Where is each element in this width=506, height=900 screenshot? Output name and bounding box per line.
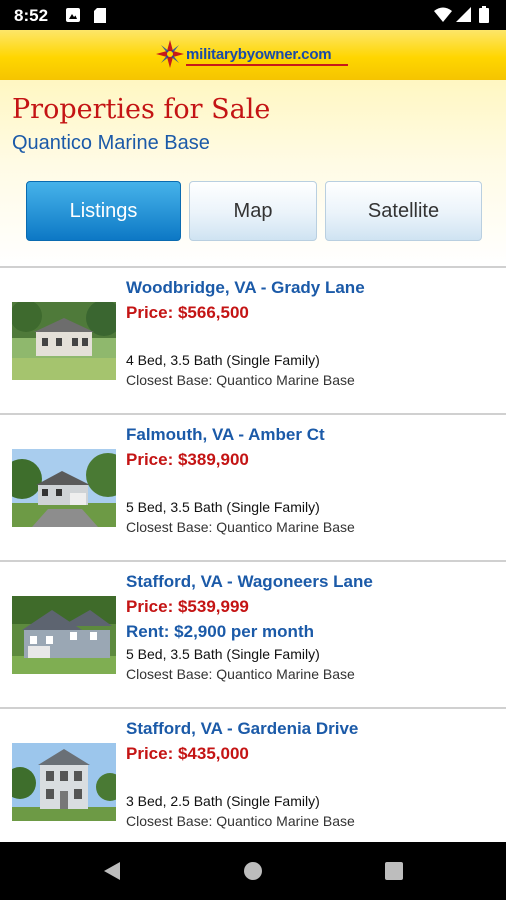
clock: 8:52 xyxy=(14,6,49,25)
wifi-icon xyxy=(434,7,452,27)
page-subtitle: Quantico Marine Base xyxy=(12,132,210,154)
listing-row[interactable]: Stafford, VA - Wagoneers Lane Price: $53… xyxy=(0,560,506,709)
property-photo[interactable] xyxy=(12,743,116,821)
star-burst-icon xyxy=(156,40,184,68)
listing-beds: 3 Bed, 2.5 Bath (Single Family) xyxy=(126,793,320,809)
listing-title[interactable]: Stafford, VA - Gardenia Drive xyxy=(126,719,358,739)
listing-title[interactable]: Stafford, VA - Wagoneers Lane xyxy=(126,572,373,592)
page-title: Properties for Sale xyxy=(12,94,271,125)
listing-rent: Rent: $2,900 per month xyxy=(126,622,314,641)
tab-listings[interactable]: Listings xyxy=(26,181,181,241)
listing-title[interactable]: Woodbridge, VA - Grady Lane xyxy=(126,278,365,298)
listing-beds: 5 Bed, 3.5 Bath (Single Family) xyxy=(126,499,320,515)
tab-satellite[interactable]: Satellite xyxy=(325,181,482,241)
listing-base: Closest Base: Quantico Marine Base xyxy=(126,666,355,682)
listing-base: Closest Base: Quantico Marine Base xyxy=(126,519,355,535)
status-bar: 8:52 xyxy=(0,0,506,30)
site-banner: militarybyowner.com xyxy=(0,30,506,80)
listing-row[interactable]: Woodbridge, VA - Grady Lane Price: $566,… xyxy=(0,266,506,415)
listing-base: Closest Base: Quantico Marine Base xyxy=(126,813,355,829)
listing-row[interactable]: Falmouth, VA - Amber Ct Price: $389,900 … xyxy=(0,413,506,562)
listing-price: Price: $435,000 xyxy=(126,744,249,763)
recents-icon[interactable] xyxy=(384,861,404,886)
cellular-signal-icon xyxy=(456,7,471,27)
listing-beds: 4 Bed, 3.5 Bath (Single Family) xyxy=(126,352,320,368)
battery-icon xyxy=(479,6,489,28)
site-logo[interactable]: militarybyowner.com xyxy=(156,37,350,73)
property-photo[interactable] xyxy=(12,449,116,527)
system-nav-bar xyxy=(0,842,506,900)
tab-map[interactable]: Map xyxy=(189,181,317,241)
property-photo[interactable] xyxy=(12,596,116,674)
listing-title[interactable]: Falmouth, VA - Amber Ct xyxy=(126,425,325,445)
listing-row[interactable]: Stafford, VA - Gardenia Drive Price: $43… xyxy=(0,707,506,856)
logo-underline xyxy=(186,64,348,66)
listing-price: Price: $539,999 xyxy=(126,597,249,616)
logo-text: militarybyowner.com xyxy=(186,46,332,63)
back-icon[interactable] xyxy=(102,861,122,886)
listing-price: Price: $389,900 xyxy=(126,450,249,469)
listing-beds: 5 Bed, 3.5 Bath (Single Family) xyxy=(126,646,320,662)
listing-price: Price: $566,500 xyxy=(126,303,249,322)
property-photo[interactable] xyxy=(12,302,116,380)
notification-photo-icon xyxy=(66,8,80,27)
listing-base: Closest Base: Quantico Marine Base xyxy=(126,372,355,388)
notification-sd-icon xyxy=(94,8,106,28)
home-icon[interactable] xyxy=(243,861,263,886)
page-header: Properties for Sale Quantico Marine Base… xyxy=(0,80,506,266)
